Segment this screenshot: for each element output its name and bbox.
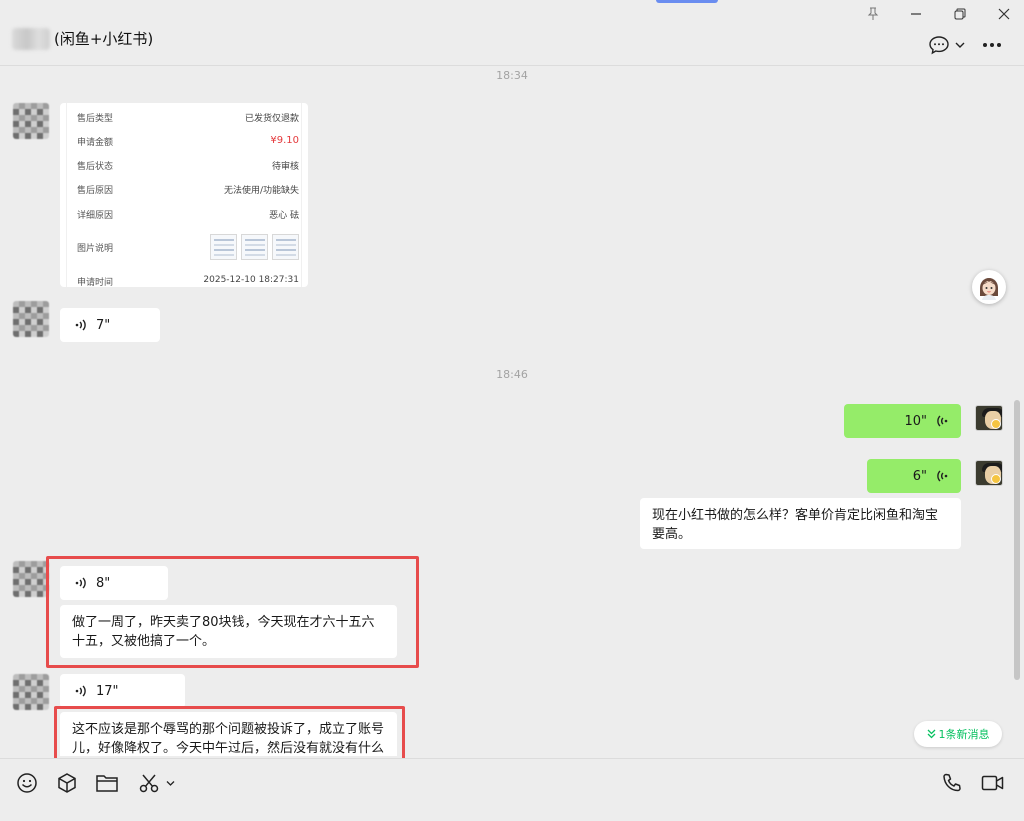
video-icon: [981, 775, 1004, 791]
voice-wave-icon: [75, 685, 86, 697]
card-row: 申请金额 ¥9.10: [77, 135, 299, 148]
restore-button[interactable]: [948, 4, 972, 24]
contact-avatar[interactable]: [13, 561, 49, 597]
close-icon: [998, 8, 1010, 20]
voice-duration: 17": [96, 683, 119, 699]
minimize-button[interactable]: [904, 4, 928, 24]
card-row: 图片说明: [77, 234, 299, 260]
assistant-avatar-button[interactable]: [972, 270, 1006, 304]
file-button[interactable]: [94, 771, 120, 795]
timestamp: 18:34: [496, 69, 528, 82]
chat-header: (闲鱼+小红书): [0, 0, 1024, 66]
timestamp: 18:46: [496, 368, 528, 381]
folder-icon: [96, 775, 118, 792]
contact-avatar[interactable]: [13, 301, 49, 337]
more-icon: [983, 43, 1001, 47]
input-toolbar: [0, 758, 1024, 821]
self-voice-message[interactable]: 6": [867, 459, 961, 493]
package-icon: [58, 773, 76, 793]
refund-order-card[interactable]: 售后类型 已发货仅退款 申请金额 ¥9.10 售后状态 待审核 售后原因 无法使用/功能…: [60, 103, 308, 287]
video-call-button[interactable]: [980, 771, 1006, 795]
chevron-down-icon: [166, 780, 174, 786]
emoji-button[interactable]: [15, 771, 39, 795]
thumbnail-image[interactable]: [210, 234, 237, 260]
window-accent: [656, 0, 718, 3]
highlight-box: [46, 556, 419, 668]
card-row: 售后状态 待审核: [77, 162, 299, 172]
restore-icon: [954, 8, 966, 20]
self-voice-message[interactable]: 10": [844, 404, 961, 438]
minimize-icon: [911, 13, 921, 15]
chat-scrollbar[interactable]: [1014, 400, 1020, 680]
contact-avatar[interactable]: [13, 103, 49, 139]
screenshot-button[interactable]: [135, 771, 177, 795]
voice-duration: 7": [96, 317, 111, 333]
card-row: 申请时间 2025-12-10 18:27:31: [77, 275, 299, 287]
highlight-box: [54, 706, 405, 760]
card-row: 售后类型 已发货仅退款: [77, 114, 299, 124]
self-text-message[interactable]: 现在小红书做的怎么样？客单价肯定比闲鱼和淘宝要高。: [640, 498, 961, 549]
voice-duration: 6": [912, 468, 927, 484]
pin-icon: [867, 7, 879, 20]
contact-avatar[interactable]: [13, 674, 49, 710]
chat-title: (闲鱼+小红书): [54, 30, 154, 48]
new-message-button[interactable]: 1条新消息: [914, 721, 1002, 747]
chat-title-avatar: [12, 28, 50, 50]
chat-options-button[interactable]: [924, 34, 968, 56]
emoji-icon: [17, 773, 37, 793]
girl-avatar-icon: [980, 278, 998, 300]
double-chevron-down-icon: [927, 729, 935, 739]
thumbnail-image[interactable]: [272, 234, 299, 260]
thumbnail-image[interactable]: [241, 234, 268, 260]
favorites-button[interactable]: [55, 771, 79, 795]
refund-amount: ¥9.10: [270, 135, 299, 146]
image-thumbnails: [210, 234, 299, 260]
chevron-down-icon: [955, 42, 964, 48]
self-avatar[interactable]: [975, 405, 1003, 431]
voice-call-button[interactable]: [940, 771, 964, 795]
voice-message[interactable]: 17": [60, 674, 185, 708]
chat-bubble-icon: [928, 36, 949, 55]
voice-message[interactable]: 7": [60, 308, 160, 342]
card-row: 详细原因 恶心 砝: [77, 211, 299, 221]
close-button[interactable]: [992, 4, 1016, 24]
phone-icon: [943, 773, 961, 792]
voice-duration: 10": [904, 413, 927, 429]
scissors-icon: [139, 774, 158, 793]
voice-wave-icon: [937, 415, 948, 427]
pin-button[interactable]: [861, 4, 885, 24]
self-avatar[interactable]: [975, 460, 1003, 486]
voice-wave-icon: [937, 470, 948, 482]
more-button[interactable]: [980, 34, 1004, 56]
voice-wave-icon: [75, 319, 86, 331]
card-row: 售后原因 无法使用/功能缺失: [77, 186, 299, 196]
